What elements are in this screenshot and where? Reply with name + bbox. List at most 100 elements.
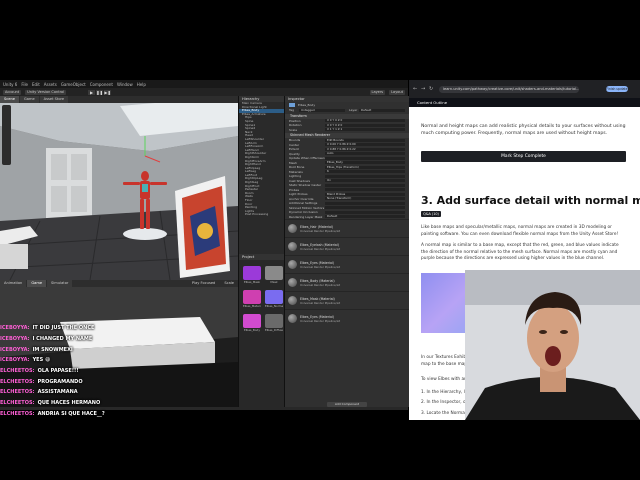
asset-item[interactable]: Elbes_Body <box>243 314 261 332</box>
inspector-field-row: Rendering Layer Mask Default <box>285 215 409 220</box>
asset-thumbnail <box>243 266 261 280</box>
chat-text: OLA PAPASE!!! <box>37 368 79 375</box>
asset-item[interactable]: Mask <box>265 266 283 284</box>
hierarchy-row[interactable]: Post Processing <box>239 213 285 217</box>
field-value[interactable]: Elbes_Body <box>325 161 405 165</box>
scale-slider[interactable]: Scale <box>220 280 238 287</box>
material-shader[interactable]: Universal Render Pipeline/Lit <box>300 229 340 233</box>
field-value[interactable]: X 0 Y 0 Z 0 <box>325 119 405 123</box>
forward-icon[interactable]: → <box>421 86 425 92</box>
play-button[interactable]: ▶ <box>88 89 96 95</box>
field-value[interactable]: X 0.00 Y 0.86 Z 0.00 <box>325 143 405 147</box>
material-shader[interactable]: Universal Render Pipeline/Lit <box>300 301 340 305</box>
material-shader[interactable]: Universal Render Pipeline/Lit <box>300 247 340 251</box>
layers-dropdown[interactable]: Layers <box>369 89 386 95</box>
bottom-letterbox <box>0 420 640 480</box>
field-value[interactable]: Blend Probes <box>325 192 405 196</box>
field-value[interactable] <box>325 206 405 210</box>
material-text: Elbes_Eyelash (Material) Universal Render… <box>300 243 340 251</box>
field-value[interactable] <box>325 183 405 187</box>
field-value[interactable] <box>325 201 405 205</box>
field-value[interactable]: Default <box>325 215 405 219</box>
field-value[interactable]: None (Transform) <box>325 197 405 201</box>
qa-badge[interactable]: Q&A (10) <box>421 211 441 217</box>
browser-toolbar: ← → ↻ learn.unity.com/pathway/creative-c… <box>409 80 640 98</box>
field-label: Materials <box>289 169 303 174</box>
material-entry[interactable]: Elbes_Eyelash (Material) Universal Render… <box>285 237 409 255</box>
mark-step-complete-button[interactable]: Mark Step Complete <box>421 151 626 162</box>
cloud-button[interactable]: Unity Version Control <box>25 89 67 95</box>
asset-item[interactable]: Elbes_Mask <box>243 266 261 284</box>
menu-item[interactable]: Unity 6 <box>3 82 17 87</box>
field-value[interactable]: Auto <box>325 152 405 156</box>
material-preview-icon <box>288 224 297 233</box>
field-value[interactable] <box>325 156 405 160</box>
pause-button[interactable]: ❚❚ <box>96 89 104 95</box>
paragraph-normal-map-explained: A normal map is similar to a base map, e… <box>421 243 619 262</box>
field-label: Center <box>289 142 300 147</box>
material-entry[interactable]: Elbes_Eyes (Material) Universal Render Pi… <box>285 255 409 273</box>
address-bar[interactable]: learn.unity.com/pathway/creative-core/un… <box>439 86 579 93</box>
tag-label: Tag <box>289 108 295 113</box>
material-preview-icon <box>288 242 297 251</box>
material-entry[interactable]: Elbes_Body (Material) Universal Render Pi… <box>285 273 409 291</box>
content-outline-bar[interactable]: Content Outline <box>409 98 640 107</box>
field-value[interactable]: X 0.88 Y 0.86 Z 0.22 <box>325 147 405 151</box>
tab-game-view[interactable]: Game <box>27 280 47 287</box>
field-value[interactable]: X 1 Y 1 Z 1 <box>325 128 405 132</box>
material-entry[interactable]: Elbes_Mask (Material) Universal Render Pi… <box>285 291 409 309</box>
play-focused-dropdown[interactable]: Play Focused <box>188 280 219 287</box>
field-value[interactable] <box>325 188 405 192</box>
field-label: Static Shadow Caster <box>289 183 322 188</box>
tab-animation[interactable]: Animation <box>0 280 27 287</box>
game-tabbar: Animation Game Simulator Play Focused Sc… <box>0 280 238 287</box>
layer-label: Layer <box>349 108 358 113</box>
back-icon[interactable]: ← <box>413 86 417 92</box>
material-shader[interactable]: Universal Render Pipeline/Lit <box>300 265 340 269</box>
material-shader[interactable]: Universal Render Pipeline/Lit <box>300 283 340 287</box>
asset-item[interactable]: Elbes_Materials <box>243 290 261 308</box>
unity-menubar: Unity 6 File Edit Assets GameObject Component… <box>0 80 408 88</box>
field-value[interactable] <box>325 174 405 178</box>
menu-item[interactable]: Edit <box>32 82 40 87</box>
asset-item[interactable]: Elbes_Diffuse <box>265 314 283 332</box>
material-shader[interactable]: Universal Render Pipeline/Lit <box>300 319 340 323</box>
account-button[interactable]: Account <box>3 89 22 95</box>
field-value[interactable]: 6 <box>325 170 405 174</box>
material-entry[interactable]: Elbes_Eyes (Material) Universal Render Pi… <box>285 309 409 327</box>
finish-update-button[interactable]: Finish update <box>606 86 628 92</box>
reload-icon[interactable]: ↻ <box>429 86 433 92</box>
tab-scene[interactable]: Scene <box>0 96 19 103</box>
object-name[interactable]: Elbes_Body <box>298 103 315 107</box>
chat-message: ICEBOYYA: YES 😄 <box>0 355 130 366</box>
layer-dropdown[interactable]: Default <box>359 108 405 112</box>
scene-tabbar: Scene Game Asset Store <box>0 96 238 103</box>
menu-item[interactable]: Component <box>90 82 113 87</box>
stream-chat-overlay: ICEBOYYA: IT DID JUST THE ONCE ICEBOYYA: I … <box>0 323 138 438</box>
menu-item[interactable]: Assets <box>44 82 57 87</box>
hierarchy-panel: Hierarchy Main Camera Directional Light El… <box>238 96 285 254</box>
asset-item[interactable]: Elbes_Normal <box>265 290 283 308</box>
tag-dropdown[interactable]: Untagged <box>299 108 345 112</box>
field-value[interactable]: Edit Bounds <box>325 138 405 142</box>
field-value[interactable] <box>325 210 405 214</box>
add-component-button[interactable]: Add Component <box>327 402 367 407</box>
step-button[interactable]: ▶❚ <box>104 89 112 95</box>
menu-item[interactable]: Help <box>137 82 146 87</box>
material-preview-icon <box>288 278 297 287</box>
field-value[interactable]: Elbes_Hips (Transform) <box>325 165 405 169</box>
field-value[interactable]: X 0 Y 0 Z 0 <box>325 123 405 127</box>
menu-item[interactable]: File <box>21 82 28 87</box>
menu-item[interactable]: Window <box>117 82 133 87</box>
menu-item[interactable]: GameObject <box>61 82 86 87</box>
tab-asset-store[interactable]: Asset Store <box>39 96 69 103</box>
scene-view[interactable]: Scene Game Asset Store <box>0 96 238 280</box>
field-value[interactable]: On <box>325 179 405 183</box>
material-text: Elbes_Hair (Material) Universal Render Pi… <box>300 225 340 233</box>
layout-dropdown[interactable]: Layout <box>389 89 405 95</box>
tab-simulator[interactable]: Simulator <box>47 280 73 287</box>
material-entry[interactable]: Elbes_Hair (Material) Universal Render Pi… <box>285 219 409 237</box>
cube-icon <box>289 103 295 107</box>
scene-tool-palette[interactable] <box>2 105 11 165</box>
tab-game[interactable]: Game <box>19 96 39 103</box>
